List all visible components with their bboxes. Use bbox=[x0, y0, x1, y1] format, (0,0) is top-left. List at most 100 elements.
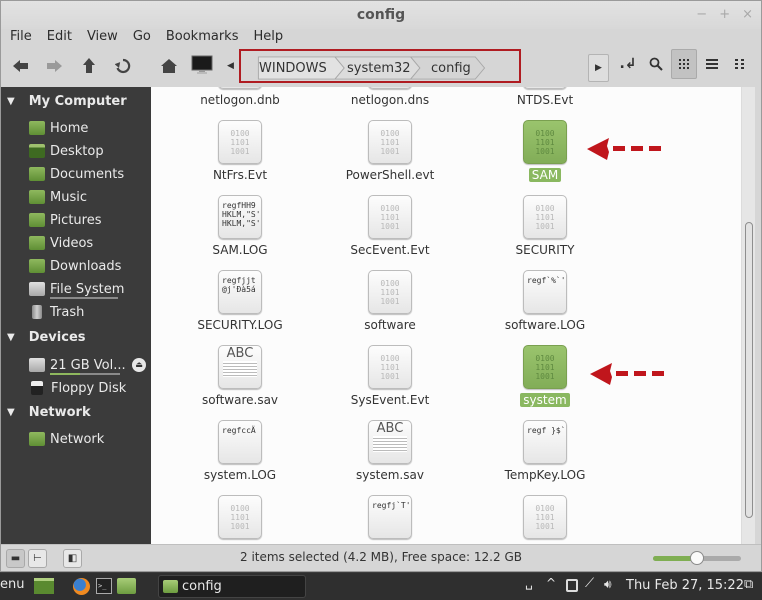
tray-keyboard-icon[interactable]: ␣ bbox=[525, 576, 533, 590]
up-button[interactable] bbox=[76, 53, 102, 79]
sidebar-item-pictures[interactable]: Pictures bbox=[29, 210, 101, 230]
menu-bookmarks[interactable]: Bookmarks bbox=[157, 27, 239, 47]
close-button[interactable]: × bbox=[742, 7, 753, 22]
file-name: software.sav bbox=[201, 393, 279, 407]
home-button[interactable] bbox=[156, 53, 182, 79]
forward-button[interactable] bbox=[41, 53, 67, 79]
scrollbar-thumb[interactable] bbox=[745, 222, 753, 518]
file-item[interactable]: 0100 1101 1001 SECURITY bbox=[470, 195, 620, 258]
sidebar-item-desktop[interactable]: Desktop bbox=[29, 141, 104, 161]
file-item[interactable]: regfHH9 HKLM,"S' HKLM,"S' SAM.LOG bbox=[165, 195, 315, 258]
terminal-icon: >_ bbox=[96, 578, 112, 594]
file-item[interactable]: 0100 1101 1001 software bbox=[315, 270, 465, 333]
eject-icon: ⏏ bbox=[135, 360, 143, 369]
file-item[interactable]: 0100 1101 1001 bbox=[470, 495, 620, 539]
compact-view-button[interactable] bbox=[727, 49, 753, 79]
tray-update-icon[interactable] bbox=[566, 579, 578, 592]
minimize-button[interactable]: − bbox=[696, 7, 707, 22]
breadcrumb-system32[interactable]: system32 bbox=[347, 56, 411, 80]
menu-file[interactable]: File bbox=[1, 27, 32, 47]
files-launcher[interactable] bbox=[117, 578, 136, 594]
pictures-folder-icon bbox=[29, 213, 45, 227]
file-name: SAM.LOG bbox=[212, 243, 268, 257]
file-item[interactable]: 0100 1101 1001 NtFrs.Evt bbox=[165, 120, 315, 183]
expand-triangle-icon: ▼ bbox=[7, 407, 15, 418]
clock[interactable]: Thu Feb 27, 15:22 bbox=[626, 578, 744, 593]
back-button[interactable] bbox=[8, 53, 34, 79]
menu-edit[interactable]: Edit bbox=[38, 27, 72, 47]
file-item[interactable]: regf`%`' software.LOG bbox=[470, 270, 620, 333]
title-bar[interactable]: config − + × bbox=[1, 1, 761, 29]
firefox-launcher[interactable] bbox=[73, 578, 90, 595]
menu-bar: File Edit View Go Bookmarks Help bbox=[1, 27, 289, 47]
file-item[interactable]: regf }$` TempKey.LOG bbox=[470, 420, 620, 483]
tray-network-icon[interactable]: ⟋ bbox=[585, 576, 594, 591]
file-item[interactable]: ABC software.sav bbox=[165, 345, 315, 408]
file-item[interactable]: regfjjt @j'Ðà5á SECURITY.LOG bbox=[165, 270, 315, 333]
terminal-launcher[interactable]: >_ bbox=[96, 578, 112, 594]
sidebar-item-volume[interactable]: 21 GB Vol... bbox=[29, 355, 126, 375]
toggle-location-button[interactable]: .↲ bbox=[615, 49, 641, 79]
file-item[interactable]: NTDS.Evt bbox=[470, 87, 620, 108]
file-name: NtFrs.Evt bbox=[212, 168, 268, 182]
sidebar-item-floppy[interactable]: Floppy Disk bbox=[29, 378, 126, 398]
sidebar-item-trash[interactable]: Trash bbox=[29, 302, 84, 322]
taskbar-window-config[interactable]: config bbox=[158, 575, 306, 598]
sidebar-item-network[interactable]: Network bbox=[29, 429, 104, 449]
tray-expand-icon[interactable]: ^ bbox=[546, 576, 556, 590]
sidebar-item-documents[interactable]: Documents bbox=[29, 164, 124, 184]
sidebar-section-network[interactable]: ▼ Network bbox=[7, 405, 91, 420]
workspace-switcher-icon[interactable]: ⧉ bbox=[744, 577, 753, 592]
binary-file-icon: 0100 1101 1001 bbox=[523, 495, 567, 539]
zoom-slider[interactable] bbox=[653, 551, 741, 565]
breadcrumb-config[interactable]: config bbox=[431, 56, 471, 80]
status-bar: ▬ ⊢ ◧ 2 items selected (4.2 MB), Free sp… bbox=[1, 544, 761, 571]
sidebar: ▼ My Computer Home Desktop Documents Musi… bbox=[1, 87, 151, 544]
menu-help[interactable]: Help bbox=[244, 27, 283, 47]
search-button[interactable] bbox=[643, 49, 669, 79]
sidebar-item-downloads[interactable]: Downloads bbox=[29, 256, 121, 276]
sidebar-section-devices[interactable]: ▼ Devices bbox=[7, 330, 86, 345]
icon-view-button[interactable] bbox=[671, 49, 697, 79]
documents-folder-icon bbox=[29, 167, 45, 181]
file-item[interactable]: netlogon.dnb bbox=[165, 87, 315, 108]
file-item[interactable]: 0100 1101 1001 bbox=[165, 495, 315, 539]
menu-go[interactable]: Go bbox=[124, 27, 151, 47]
eject-button[interactable]: ⏏ bbox=[132, 358, 146, 372]
grid-icon bbox=[679, 59, 689, 69]
videos-folder-icon bbox=[29, 236, 45, 250]
maximize-button[interactable]: + bbox=[719, 7, 730, 22]
file-item[interactable]: netlogon.dns bbox=[315, 87, 465, 108]
file-item[interactable]: 0100 1101 1001 SecEvent.Evt bbox=[315, 195, 465, 258]
network-folder-icon bbox=[29, 432, 45, 446]
list-view-button[interactable] bbox=[699, 49, 725, 79]
tray-volume-icon[interactable]: 🔊︎ bbox=[604, 577, 612, 592]
downloads-folder-icon bbox=[29, 259, 45, 273]
sidebar-item-music[interactable]: Music bbox=[29, 187, 87, 207]
file-item[interactable]: regfccÄ system.LOG bbox=[165, 420, 315, 483]
menu-view[interactable]: View bbox=[78, 27, 118, 47]
sidebar-item-file-system[interactable]: File System bbox=[29, 279, 124, 299]
show-desktop-button[interactable] bbox=[34, 578, 54, 594]
file-name: netlogon.dnb bbox=[200, 93, 280, 107]
sidebar-item-videos[interactable]: Videos bbox=[29, 233, 93, 253]
file-item[interactable]: regfj`T' bbox=[315, 495, 465, 539]
breadcrumb-windows[interactable]: WINDOWS bbox=[259, 56, 327, 80]
zoom-slider-knob[interactable] bbox=[690, 551, 704, 565]
breadcrumb-scroll-right-button[interactable]: ▶ bbox=[588, 54, 609, 82]
file-name: system.LOG bbox=[203, 468, 277, 482]
menu-button[interactable]: enu bbox=[0, 577, 24, 592]
sidebar-item-home[interactable]: Home bbox=[29, 118, 88, 138]
binary-file-icon: 0100 1101 1001 bbox=[523, 120, 567, 164]
file-item[interactable]: ABC system.sav bbox=[315, 420, 465, 483]
list-icon bbox=[706, 59, 718, 69]
location-entry-icon: .↲ bbox=[619, 56, 637, 72]
sidebar-section-my-computer[interactable]: ▼ My Computer bbox=[7, 94, 127, 109]
computer-button[interactable] bbox=[189, 52, 215, 78]
file-name: SECURITY bbox=[515, 243, 575, 257]
file-item[interactable]: 0100 1101 1001 SysEvent.Evt bbox=[315, 345, 465, 408]
annotation-arrow-system bbox=[590, 363, 664, 385]
reload-button[interactable] bbox=[110, 53, 136, 79]
breadcrumb-scroll-left-icon[interactable]: ◀ bbox=[227, 61, 234, 71]
file-item[interactable]: 0100 1101 1001 PowerShell.evt bbox=[315, 120, 465, 183]
